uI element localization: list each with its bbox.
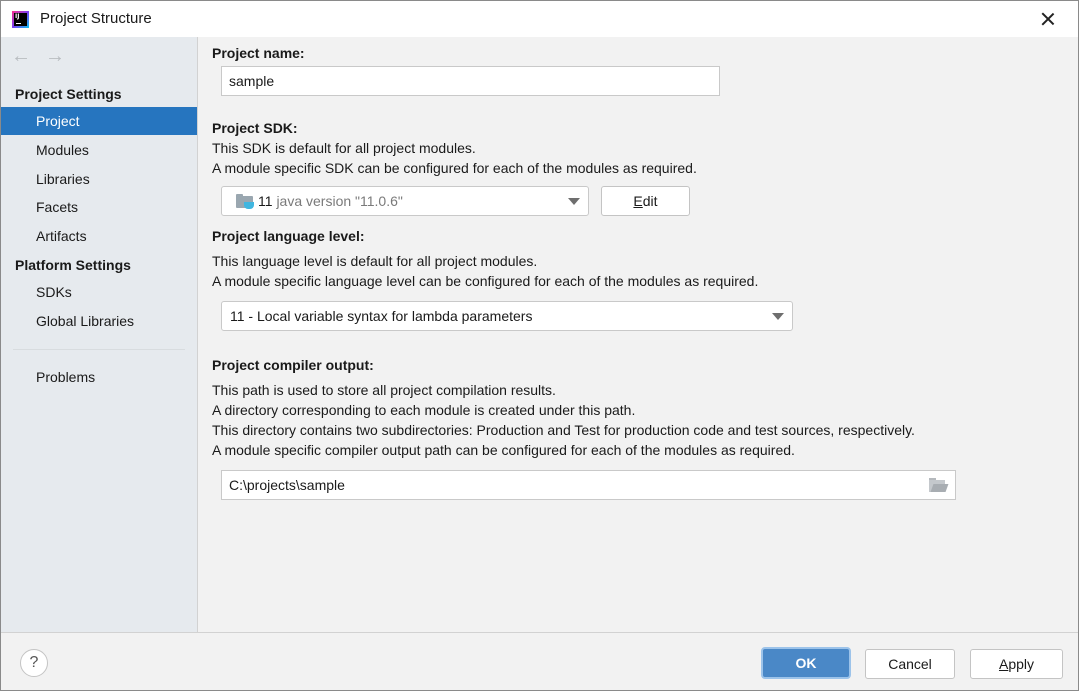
back-arrow-icon[interactable]: ← — [11, 45, 31, 68]
forward-arrow-icon[interactable]: → — [45, 45, 65, 68]
compiler-output-path: C:\projects\sample — [229, 477, 345, 493]
language-level-desc-1: This language level is default for all p… — [212, 253, 538, 269]
edit-label: dit — [642, 193, 658, 209]
sdk-version: java version "11.0.6" — [276, 193, 403, 209]
project-sdk-label: Project SDK: — [212, 120, 298, 136]
sidebar-item-facets[interactable]: Facets — [1, 193, 197, 221]
apply-label: pply — [1008, 656, 1035, 672]
browse-folder-icon[interactable] — [929, 478, 949, 492]
sdk-name: 11 — [258, 193, 273, 209]
project-sdk-desc-1: This SDK is default for all project modu… — [212, 140, 476, 156]
ok-button[interactable]: OK — [761, 647, 851, 679]
sidebar-item-artifacts[interactable]: Artifacts — [1, 222, 197, 250]
sidebar-item-modules[interactable]: Modules — [1, 136, 197, 164]
sidebar-item-problems[interactable]: Problems — [1, 363, 197, 391]
language-level-value: 11 - Local variable syntax for lambda pa… — [230, 308, 533, 324]
compiler-output-label: Project compiler output: — [212, 357, 374, 373]
sidebar-item-sdks[interactable]: SDKs — [1, 278, 197, 306]
project-name-input[interactable]: sample — [221, 66, 720, 96]
project-sdk-dropdown[interactable]: 11 java version "11.0.6" — [221, 186, 589, 216]
compiler-output-desc-4: A module specific compiler output path c… — [212, 442, 795, 458]
sidebar: ← → Project Settings Project Modules Lib… — [1, 37, 198, 632]
project-name-label: Project name: — [212, 45, 305, 61]
edit-sdk-button[interactable]: Edit — [601, 186, 690, 216]
window-title: Project Structure — [40, 10, 152, 27]
dialog-footer: ? OK Cancel Apply — [1, 632, 1078, 690]
section-header-platform-settings: Platform Settings — [15, 257, 131, 273]
compiler-output-input[interactable]: C:\projects\sample — [221, 470, 956, 500]
project-structure-dialog: IJ Project Structure ← → Project Setting… — [0, 0, 1079, 691]
title-bar: IJ Project Structure — [1, 1, 1078, 37]
sidebar-item-global-libraries[interactable]: Global Libraries — [1, 307, 197, 335]
compiler-output-desc-3: This directory contains two subdirectori… — [212, 422, 915, 438]
apply-mnemonic: A — [998, 656, 1009, 672]
project-settings-panel: Project name: sample Project SDK: This S… — [199, 37, 1078, 632]
compiler-output-desc-1: This path is used to store all project c… — [212, 382, 556, 398]
cancel-button[interactable]: Cancel — [865, 649, 955, 679]
close-icon[interactable] — [1038, 9, 1058, 29]
language-level-dropdown[interactable]: 11 - Local variable syntax for lambda pa… — [221, 301, 793, 331]
language-level-desc-2: A module specific language level can be … — [212, 273, 759, 289]
chevron-down-icon — [772, 313, 784, 320]
sidebar-item-project[interactable]: Project — [1, 107, 197, 135]
nav-arrows: ← → — [11, 45, 65, 68]
jdk-folder-icon — [236, 194, 254, 209]
sidebar-separator — [13, 349, 185, 350]
help-button[interactable]: ? — [20, 649, 48, 677]
chevron-down-icon — [568, 198, 580, 205]
language-level-label: Project language level: — [212, 228, 365, 244]
sidebar-item-libraries[interactable]: Libraries — [1, 165, 197, 193]
intellij-idea-icon: IJ — [12, 11, 29, 28]
project-sdk-desc-2: A module specific SDK can be configured … — [212, 160, 697, 176]
apply-button[interactable]: Apply — [970, 649, 1063, 679]
compiler-output-desc-2: A directory corresponding to each module… — [212, 402, 636, 418]
section-header-project-settings: Project Settings — [15, 86, 122, 102]
edit-mnemonic: E — [633, 193, 643, 209]
